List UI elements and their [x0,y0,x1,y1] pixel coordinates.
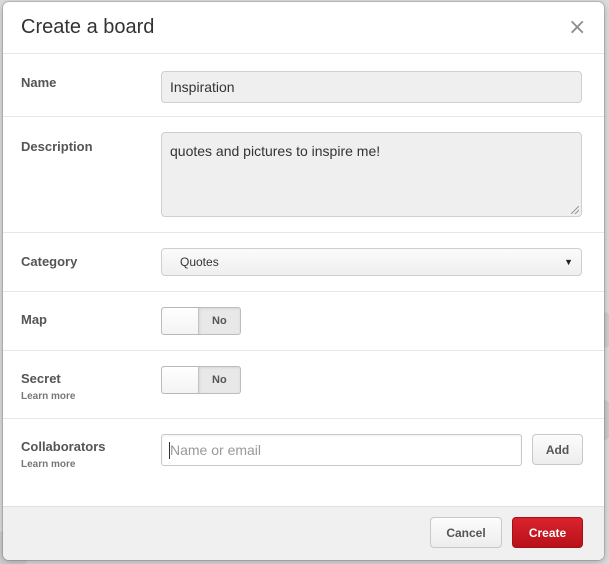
collaborators-row: Collaborators Learn more Name or email A… [3,419,604,505]
close-icon[interactable]: × [568,17,586,39]
map-toggle[interactable]: No [161,307,241,335]
secret-label: Secret [21,371,61,386]
caret-down-icon: ▼ [564,257,573,267]
create-button[interactable]: Create [512,517,583,548]
cancel-button[interactable]: Cancel [430,517,502,548]
name-input[interactable]: Inspiration [161,71,582,103]
collaborators-learn-more-link[interactable]: Learn more [21,459,161,470]
secret-row: Secret Learn more No [3,351,604,419]
secret-toggle[interactable]: No [161,366,241,394]
description-textarea[interactable]: quotes and pictures to inspire me! [161,132,582,217]
create-board-dialog: Create a board × Name Inspiration Descri… [3,2,604,560]
description-text: quotes and pictures to inspire me! [170,143,381,159]
category-select[interactable]: Quotes ▼ [161,248,582,276]
dialog-header: Create a board × [3,2,604,54]
secret-toggle-state: No [212,374,227,386]
collaborator-search-input[interactable]: Name or email [161,434,522,466]
dialog-footer: Cancel Create [3,506,604,560]
toggle-knob [162,367,199,393]
map-row: Map No [3,292,604,351]
map-label: Map [21,312,47,327]
map-toggle-state: No [212,315,227,327]
collaborator-placeholder: Name or email [170,442,262,458]
secret-learn-more-link[interactable]: Learn more [21,391,161,402]
collaborators-label: Collaborators [21,439,106,454]
toggle-knob [162,308,199,334]
category-label: Category [21,254,78,269]
dialog-title: Create a board [21,16,155,38]
category-selected-value: Quotes [180,255,219,269]
description-row: Description quotes and pictures to inspi… [3,117,604,233]
name-label: Name [21,75,57,90]
resize-grip-icon[interactable] [571,206,579,214]
text-cursor [169,442,170,459]
add-collaborator-button[interactable]: Add [532,434,583,465]
category-row: Category Quotes ▼ [3,233,604,292]
description-label: Description [21,139,93,154]
name-row: Name Inspiration [3,54,604,117]
